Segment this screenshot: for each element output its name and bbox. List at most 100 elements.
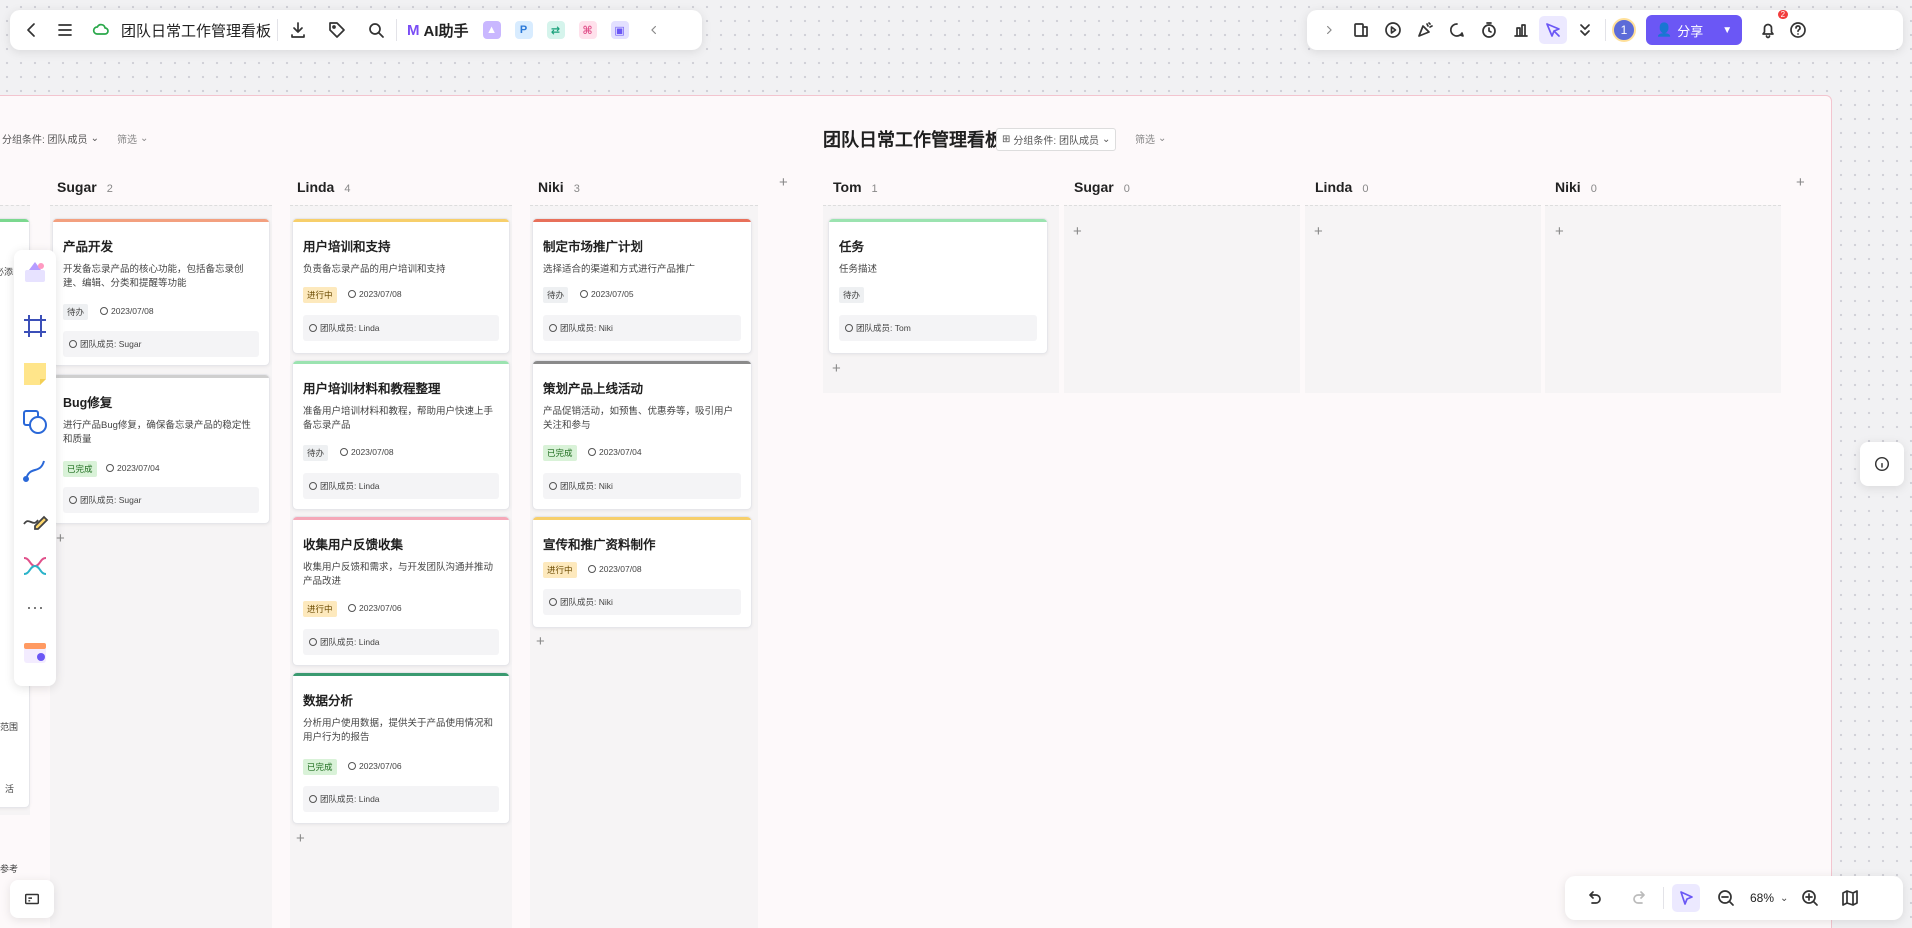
add-card-icon[interactable]: + bbox=[1555, 224, 1564, 239]
user-icon bbox=[309, 324, 317, 332]
status-badge: 待办 bbox=[63, 304, 89, 320]
mindmap-icon[interactable] bbox=[21, 552, 49, 580]
avatar[interactable]: 1 bbox=[1612, 18, 1636, 42]
pointer-icon[interactable] bbox=[1672, 884, 1700, 912]
clock-icon bbox=[580, 290, 588, 298]
document-title[interactable]: 团队日常工作管理看板 bbox=[121, 20, 271, 41]
add-card-icon[interactable]: + bbox=[536, 634, 545, 649]
ai-assistant-button[interactable]: M AI助手 bbox=[407, 20, 469, 41]
add-column-icon[interactable]: + bbox=[779, 175, 788, 190]
image-plugin-icon[interactable]: ▲ bbox=[482, 21, 501, 39]
redo-icon[interactable] bbox=[1627, 884, 1655, 912]
clock-icon bbox=[348, 604, 356, 612]
due-date: 2023/07/08 bbox=[348, 289, 402, 299]
connector-icon[interactable] bbox=[21, 456, 49, 484]
minimap-button[interactable] bbox=[10, 880, 54, 918]
play-icon[interactable] bbox=[1379, 16, 1407, 44]
zoom-dropdown-icon[interactable]: ⌄ bbox=[1780, 893, 1788, 904]
pen-icon[interactable] bbox=[21, 504, 49, 532]
task-card[interactable]: 制定市场推广计划 选择适合的渠道和方式进行产品推广 待办 2023/07/05 … bbox=[532, 218, 752, 354]
laser-icon[interactable] bbox=[1539, 16, 1567, 44]
plugin-box-icon[interactable] bbox=[21, 638, 49, 666]
shapes-icon[interactable] bbox=[21, 408, 49, 436]
info-button[interactable] bbox=[1860, 442, 1904, 486]
status-badge: 已完成 bbox=[63, 461, 97, 477]
bottom-right-toolbar: 68% ⌄ bbox=[1565, 876, 1903, 920]
bell-icon[interactable]: 2 bbox=[1754, 10, 1789, 44]
chevron-down-icon: ⌄ bbox=[90, 133, 99, 144]
expand-icon[interactable] bbox=[1315, 16, 1343, 44]
more-icon[interactable] bbox=[1571, 16, 1599, 44]
p-plugin-icon[interactable]: P bbox=[514, 21, 533, 39]
zoom-out-icon[interactable] bbox=[1712, 884, 1740, 912]
filter-button[interactable]: 筛选 ⌄ bbox=[1135, 131, 1166, 146]
task-card[interactable]: 用户培训材料和教程整理 准备用户培训材料和教程，帮助用户快速上手备忘录产品 待办… bbox=[292, 360, 510, 510]
timer-icon[interactable] bbox=[1475, 16, 1503, 44]
column-header[interactable]: Sugar 0 bbox=[1074, 179, 1130, 195]
menu-icon[interactable] bbox=[51, 16, 79, 44]
task-card[interactable]: 策划产品上线活动 产品促销活动，如预售、优惠券等，吸引用户关注和参与 已完成 2… bbox=[532, 360, 752, 510]
status-badge: 待办 bbox=[303, 445, 329, 461]
comment-icon[interactable] bbox=[1443, 16, 1471, 44]
member-field: 团队成员: Niki bbox=[543, 473, 741, 499]
column-header[interactable]: Niki 3 bbox=[538, 179, 580, 195]
tag-icon[interactable] bbox=[323, 16, 351, 44]
map-icon[interactable] bbox=[1836, 884, 1864, 912]
add-card-icon[interactable]: + bbox=[1314, 224, 1323, 239]
user-add-icon: 👤 bbox=[1656, 22, 1673, 37]
flow-plugin-icon[interactable]: ⇄ bbox=[546, 21, 565, 39]
zoom-level[interactable]: 68% bbox=[1750, 891, 1774, 905]
download-icon[interactable] bbox=[284, 16, 312, 44]
task-card[interactable]: 数据分析 分析用户使用数据，提供关于产品使用情况和用户行为的报告 已完成 202… bbox=[292, 672, 510, 824]
back-icon[interactable] bbox=[18, 16, 46, 44]
member-field: 团队成员: Tom bbox=[839, 315, 1037, 341]
task-card[interactable]: 用户培训和支持 负责备忘录产品的用户培训和支持 进行中 2023/07/08 团… bbox=[292, 218, 510, 354]
frame-icon[interactable] bbox=[21, 312, 49, 340]
help-icon[interactable] bbox=[1784, 16, 1812, 44]
celebrate-icon[interactable] bbox=[1411, 16, 1439, 44]
chat-plugin-icon[interactable]: ▣ bbox=[610, 21, 629, 39]
template-icon[interactable] bbox=[1347, 16, 1375, 44]
left-filter[interactable]: 筛选 ⌄ bbox=[117, 131, 148, 146]
partial-text: 必添 bbox=[0, 267, 14, 277]
card-color-bar bbox=[829, 219, 1047, 222]
zoom-in-icon[interactable] bbox=[1796, 884, 1824, 912]
column-header[interactable]: Niki 0 bbox=[1555, 179, 1597, 195]
task-card[interactable]: 宣传和推广资料制作 进行中 2023/07/08 团队成员: Niki bbox=[532, 516, 752, 628]
minimap-icon bbox=[24, 893, 40, 905]
status-badge: 已完成 bbox=[543, 445, 577, 461]
task-card[interactable]: 收集用户反馈收集 收集用户反馈和需求，与开发团队沟通并推动产品改进 进行中 20… bbox=[292, 516, 510, 666]
search-icon[interactable] bbox=[362, 16, 390, 44]
vote-icon[interactable] bbox=[1507, 16, 1535, 44]
user-icon bbox=[69, 340, 77, 348]
task-card[interactable]: 任务 任务描述 待办 团队成员: Tom bbox=[828, 218, 1048, 354]
add-column-icon[interactable]: + bbox=[1796, 175, 1805, 190]
add-card-icon[interactable]: + bbox=[1073, 224, 1082, 239]
undo-icon[interactable] bbox=[1579, 884, 1607, 912]
column-header[interactable]: Tom 1 bbox=[833, 179, 878, 195]
card-color-bar bbox=[53, 219, 269, 222]
add-card-icon[interactable]: + bbox=[296, 831, 305, 846]
sticky-note-icon[interactable] bbox=[21, 360, 49, 388]
left-group-condition[interactable]: 分组条件: 团队成员 ⌄ bbox=[2, 131, 99, 146]
user-icon bbox=[309, 638, 317, 646]
member-field: 团队成员: Sugar bbox=[63, 331, 259, 357]
template-shapes-icon[interactable] bbox=[21, 258, 49, 286]
share-dropdown-icon[interactable]: ▼ bbox=[1722, 25, 1732, 36]
card-color-bar bbox=[533, 517, 751, 520]
due-date: 2023/07/04 bbox=[588, 447, 642, 457]
group-condition[interactable]: ⊞ 分组条件: 团队成员 ⌄ bbox=[996, 128, 1117, 151]
share-button[interactable]: 👤 分享 ▼ bbox=[1646, 15, 1743, 45]
user-icon bbox=[549, 324, 557, 332]
clock-icon bbox=[340, 448, 348, 456]
column-header[interactable]: Linda 4 bbox=[297, 179, 350, 195]
collapse-icon[interactable] bbox=[640, 16, 668, 44]
task-card[interactable]: Bug修复 进行产品Bug修复，确保备忘录产品的稳定性和质量 已完成 2023/… bbox=[52, 374, 270, 524]
task-card[interactable]: 产品开发 开发备忘录产品的核心功能，包括备忘录创建、编辑、分类和提醒等功能 待办… bbox=[52, 218, 270, 366]
column-header[interactable]: Sugar 2 bbox=[57, 179, 113, 195]
mindmap-plugin-icon[interactable]: ⌘ bbox=[578, 21, 597, 39]
column-header[interactable]: Linda 0 bbox=[1315, 179, 1368, 195]
add-card-icon[interactable]: + bbox=[56, 531, 65, 546]
more-tools-icon[interactable]: ··· bbox=[21, 598, 49, 626]
add-card-icon[interactable]: + bbox=[832, 361, 841, 376]
